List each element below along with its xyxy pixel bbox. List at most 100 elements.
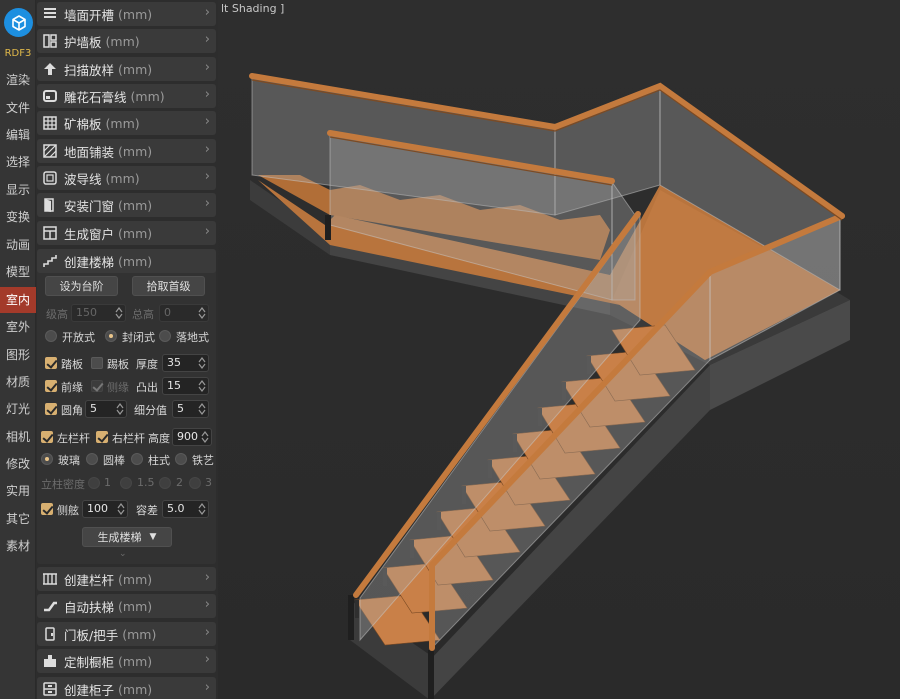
spin-arrows-icon[interactable] [115, 306, 123, 320]
density-1-radio[interactable] [88, 477, 100, 489]
tool-unit: (mm) [118, 571, 153, 587]
chevron-right-icon: › [204, 142, 210, 157]
category-item[interactable]: 灯光 [0, 396, 36, 422]
closed-radio[interactable] [105, 330, 117, 342]
cabinet-icon [42, 653, 58, 669]
tool-row-railing[interactable]: 创建栏杆 (mm) › [37, 567, 216, 591]
step-height-input[interactable]: 150 [71, 304, 126, 322]
tool-unit: (mm) [118, 197, 153, 213]
molding-icon [42, 88, 58, 104]
side-beam-label: 侧舷 [57, 504, 79, 517]
density-label: 立柱密度 [41, 478, 85, 491]
open-radio[interactable] [45, 330, 57, 342]
spin-arrows-icon[interactable] [116, 402, 124, 416]
glass-radio[interactable] [41, 453, 53, 465]
tool-row-cabinet[interactable]: 定制橱柜 (mm) › [37, 649, 216, 673]
column-label: 柱式 [148, 454, 170, 467]
tool-unit: (mm) [105, 33, 140, 49]
pick-first-button[interactable]: 拾取首级 [132, 276, 205, 296]
spin-arrows-icon[interactable] [198, 402, 206, 416]
side-edge-checkbox[interactable] [91, 380, 103, 392]
spin-arrows-icon[interactable] [198, 356, 206, 370]
rail-height-input[interactable]: 900 [172, 428, 212, 446]
density-2-radio[interactable] [159, 477, 171, 489]
tool-row-door-handle[interactable]: 门板/把手 (mm) › [37, 622, 216, 646]
tool-row-upload[interactable]: 扫描放样 (mm) › [37, 57, 216, 81]
density-15-radio[interactable] [120, 477, 132, 489]
floor-radio[interactable] [159, 330, 171, 342]
protrude-input[interactable]: 15 [162, 377, 209, 395]
category-item[interactable]: 显示 [0, 177, 36, 203]
chevron-right-icon: › [204, 597, 210, 612]
side-beam-input[interactable]: 100 [82, 500, 128, 518]
category-item[interactable]: 室内 [0, 287, 36, 313]
density-3-radio[interactable] [189, 477, 201, 489]
closed-label: 封闭式 [122, 331, 155, 344]
app-root: lt Shading ] RDF3 渲染 文件 编辑 选择 显示 变换 动画 模型 室内 室外 图形… [0, 0, 900, 699]
side-beam-checkbox[interactable] [41, 503, 53, 515]
spin-arrows-icon[interactable] [198, 306, 206, 320]
tool-label: 扫描放样 [64, 62, 115, 78]
category-item[interactable]: 渲染 [0, 67, 36, 93]
tool-row-wall-panel[interactable]: 护墙板 (mm) › [37, 29, 216, 53]
grid-icon [42, 115, 58, 131]
tool-unit: (mm) [118, 6, 153, 22]
category-item[interactable]: 材质 [0, 369, 36, 395]
tool-label: 门板/把手 [64, 627, 119, 643]
density-15-label: 1.5 [137, 476, 155, 489]
tool-row-floor[interactable]: 地面铺装 (mm) › [37, 139, 216, 163]
spin-arrows-icon[interactable] [117, 502, 125, 516]
set-step-button[interactable]: 设为台阶 [45, 276, 118, 296]
tool-row-door[interactable]: 安装门窗 (mm) › [37, 193, 216, 217]
tool-label: 地面铺装 [64, 144, 115, 160]
nosing-label: 前缘 [61, 381, 83, 394]
tool-label: 自动扶梯 [64, 599, 115, 615]
tool-row-escalator[interactable]: 自动扶梯 (mm) › [37, 594, 216, 618]
tool-row-wave[interactable]: 波导线 (mm) › [37, 166, 216, 190]
category-item[interactable]: 相机 [0, 424, 36, 450]
riser-checkbox[interactable] [91, 357, 103, 369]
spin-arrows-icon[interactable] [201, 430, 209, 444]
app-logo-icon[interactable] [4, 8, 33, 37]
viewport-3d[interactable] [218, 0, 900, 699]
right-rail-checkbox[interactable] [96, 431, 108, 443]
nosing-checkbox[interactable] [45, 380, 57, 392]
category-item[interactable]: 实用 [0, 478, 36, 504]
tolerance-input[interactable]: 5.0 [162, 500, 209, 518]
round-bar-radio[interactable] [86, 453, 98, 465]
category-item[interactable]: 修改 [0, 451, 36, 477]
tool-row-cupboard[interactable]: 创建柜子 (mm) › [37, 677, 216, 699]
spin-arrows-icon[interactable] [198, 379, 206, 393]
chevron-right-icon: › [204, 32, 210, 47]
collapse-chevron-icon[interactable]: ⌄ [119, 549, 127, 559]
category-item[interactable]: 其它 [0, 506, 36, 532]
stair-header-row[interactable]: 创建楼梯 (mm) [37, 249, 216, 273]
category-item[interactable]: 变换 [0, 204, 36, 230]
tool-row-grid[interactable]: 矿棉板 (mm) › [37, 111, 216, 135]
category-item[interactable]: 素材 [0, 533, 36, 559]
tool-row-molding[interactable]: 雕花石膏线 (mm) › [37, 84, 216, 108]
tool-row-list[interactable]: 墙面开槽 (mm) › [37, 2, 216, 26]
category-item[interactable]: 文件 [0, 95, 36, 121]
iron-radio[interactable] [175, 453, 187, 465]
category-item[interactable]: 选择 [0, 149, 36, 175]
thickness-input[interactable]: 35 [162, 354, 209, 372]
spin-arrows-icon[interactable] [198, 502, 206, 516]
tool-label: 安装门窗 [64, 198, 115, 214]
total-height-input[interactable]: 0 [159, 304, 209, 322]
column-radio[interactable] [131, 453, 143, 465]
left-rail-checkbox[interactable] [41, 431, 53, 443]
category-item[interactable]: 编辑 [0, 122, 36, 148]
tread-checkbox[interactable] [45, 357, 57, 369]
category-item[interactable]: 图形 [0, 342, 36, 368]
subdiv-input[interactable]: 5 [172, 400, 209, 418]
generate-stairs-button[interactable]: 生成楼梯 ▼ [82, 527, 172, 547]
fillet-label: 圆角 [61, 404, 83, 417]
category-item[interactable]: 模型 [0, 259, 36, 285]
fillet-checkbox[interactable] [45, 403, 57, 415]
fillet-input[interactable]: 5 [85, 400, 127, 418]
chevron-right-icon: › [204, 570, 210, 585]
category-item[interactable]: 动画 [0, 232, 36, 258]
tool-row-window[interactable]: 生成窗户 (mm) › [37, 221, 216, 245]
category-item[interactable]: 室外 [0, 314, 36, 340]
